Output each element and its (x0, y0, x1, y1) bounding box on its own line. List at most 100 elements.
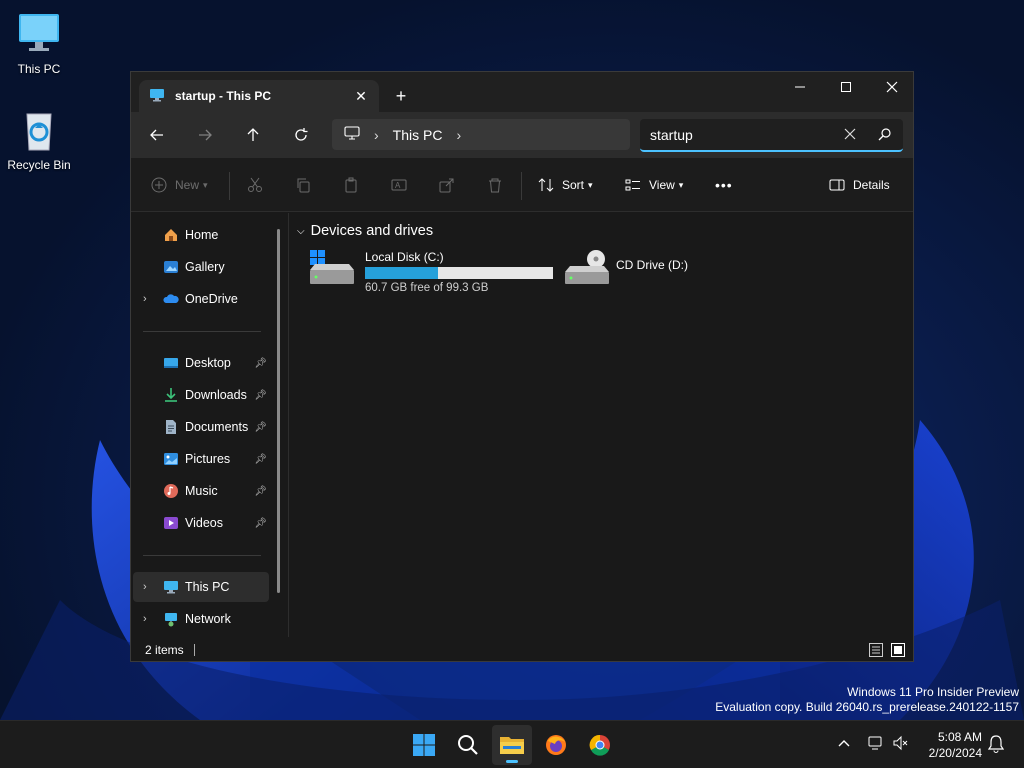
search-input[interactable] (650, 126, 830, 143)
sort-button[interactable]: Sort ▾ (538, 158, 593, 212)
sort-label: Sort (562, 178, 585, 192)
address-bar[interactable]: › This PC › (332, 119, 630, 150)
view-label: View (649, 178, 675, 192)
watermark-line-1: Windows 11 Pro Insider Preview (847, 685, 1019, 699)
network-icon (163, 611, 179, 627)
pin-icon[interactable]: 📌︎ (254, 454, 267, 465)
sidebar-item-label: Gallery (185, 260, 225, 274)
sidebar-item-downloads[interactable]: Downloads 📌︎ (133, 380, 269, 410)
sidebar-item-documents[interactable]: Documents 📌︎ (133, 412, 269, 442)
pin-icon[interactable]: 📌︎ (254, 358, 267, 369)
sidebar-item-onedrive[interactable]: › OneDrive (133, 284, 269, 314)
sidebar-item-pictures[interactable]: Pictures 📌︎ (133, 444, 269, 474)
more-options-button[interactable]: ••• (715, 158, 733, 212)
chevron-right-icon[interactable]: › (143, 293, 147, 305)
drive-cd-d[interactable]: CD Drive (D:) (564, 250, 688, 291)
search-box[interactable] (640, 119, 903, 152)
firefox-icon (546, 735, 566, 755)
forward-button[interactable] (191, 122, 219, 148)
group-title: Devices and drives (310, 223, 434, 239)
system-clock[interactable]: 5:08 AM 2/20/2024 (918, 729, 982, 761)
details-pane-button[interactable]: Details (829, 158, 890, 212)
share-icon (439, 178, 454, 193)
sidebar-item-label: Music (185, 484, 218, 498)
paste-button[interactable] (343, 158, 359, 212)
copy-button[interactable] (295, 158, 311, 212)
close-icon (886, 81, 898, 93)
desktop-folder-icon (163, 355, 179, 371)
sidebar-item-network[interactable]: › Network (133, 604, 269, 634)
back-button[interactable] (143, 122, 171, 148)
new-button[interactable]: New ▾ (151, 158, 208, 212)
sidebar-item-videos[interactable]: Videos 📌︎ (133, 508, 269, 538)
taskbar-firefox[interactable] (536, 725, 576, 765)
title-bar[interactable]: startup - This PC ✕ + (131, 72, 913, 112)
drive-local-disk-c[interactable]: Local Disk (C:) 60.7 GB free of 99.3 GB (309, 250, 553, 294)
delete-button[interactable] (487, 158, 503, 212)
details-view-icon[interactable] (869, 643, 883, 660)
close-window-button[interactable] (869, 72, 915, 102)
chevron-down-icon[interactable]: ⌵ (297, 226, 305, 237)
taskbar-file-explorer[interactable] (492, 725, 532, 765)
hard-drive-icon (309, 250, 355, 291)
maximize-button[interactable] (823, 72, 869, 102)
sidebar-item-home[interactable]: Home (133, 220, 269, 250)
taskbar-chrome[interactable] (580, 725, 620, 765)
pin-icon[interactable]: 📌︎ (254, 390, 267, 401)
notifications-button[interactable] (987, 735, 1005, 756)
chevron-right-icon[interactable]: › (374, 127, 379, 143)
up-button[interactable] (239, 122, 267, 148)
pin-icon[interactable]: 📌︎ (254, 518, 267, 529)
clock-time: 5:08 AM (937, 730, 982, 744)
cut-button[interactable] (247, 158, 263, 212)
tab-this-pc[interactable]: startup - This PC ✕ (139, 80, 379, 112)
sidebar-item-music[interactable]: Music 📌︎ (133, 476, 269, 506)
volume-muted-icon[interactable] (892, 735, 910, 754)
file-explorer-window: startup - This PC ✕ + › This PC › startu… (130, 71, 914, 662)
drive-name: CD Drive (D:) (616, 258, 688, 272)
chevron-right-icon[interactable]: › (143, 613, 147, 625)
pin-icon[interactable]: 📌︎ (254, 486, 267, 497)
chevron-right-icon[interactable]: › (143, 581, 147, 593)
new-label: New (175, 178, 200, 192)
sidebar-item-label: OneDrive (185, 292, 238, 306)
content-area: ⌵ Devices and drives Local Disk (C:) 60.… (289, 213, 913, 637)
rename-button[interactable]: A (391, 158, 407, 212)
tab-title: startup - This PC (175, 89, 272, 103)
navigation-pane: Home Gallery › OneDrive Desktop 📌︎ Downl… (131, 213, 281, 637)
share-button[interactable] (439, 158, 455, 212)
chevron-right-icon[interactable]: › (456, 127, 461, 143)
breadcrumb-this-pc[interactable]: This PC (393, 127, 443, 143)
new-tab-button[interactable]: + (389, 84, 413, 108)
tab-close-icon[interactable]: ✕ (351, 86, 371, 106)
drive-usage-fill (365, 267, 439, 279)
large-icons-view-icon[interactable] (891, 643, 905, 660)
search-icon[interactable] (878, 127, 892, 144)
clear-search-icon[interactable] (844, 127, 856, 143)
group-header-devices[interactable]: ⌵ Devices and drives (297, 223, 433, 239)
sidebar-scrollbar[interactable] (277, 229, 280, 593)
drive-usage-bar (365, 267, 553, 279)
view-button[interactable]: View ▾ (625, 158, 683, 212)
sidebar-item-desktop[interactable]: Desktop 📌︎ (133, 348, 269, 378)
maximize-icon (841, 82, 851, 92)
sidebar-item-this-pc[interactable]: › This PC (133, 572, 269, 602)
arrow-right-icon (199, 129, 212, 141)
command-bar: New ▾ A Sort ▾ View ▾ ••• Details (131, 158, 913, 212)
arrow-up-icon (247, 128, 259, 141)
start-button[interactable] (404, 725, 444, 765)
sidebar-item-gallery[interactable]: Gallery (133, 252, 269, 282)
network-status-icon[interactable] (868, 735, 886, 754)
pictures-icon (163, 451, 179, 467)
taskbar-search-button[interactable] (448, 725, 488, 765)
refresh-button[interactable] (287, 122, 315, 148)
show-hidden-icons-chevron[interactable] (836, 735, 852, 754)
desktop-icon-recycle-bin[interactable]: Recycle Bin (1, 106, 77, 172)
pin-icon[interactable]: 📌︎ (254, 422, 267, 433)
plus-circle-icon (151, 177, 167, 193)
chevron-down-icon: ▾ (588, 179, 593, 190)
minimize-icon (795, 86, 805, 88)
sidebar-item-label: This PC (185, 580, 230, 594)
desktop-icon-this-pc[interactable]: This PC (1, 10, 77, 76)
minimize-button[interactable] (777, 72, 823, 102)
